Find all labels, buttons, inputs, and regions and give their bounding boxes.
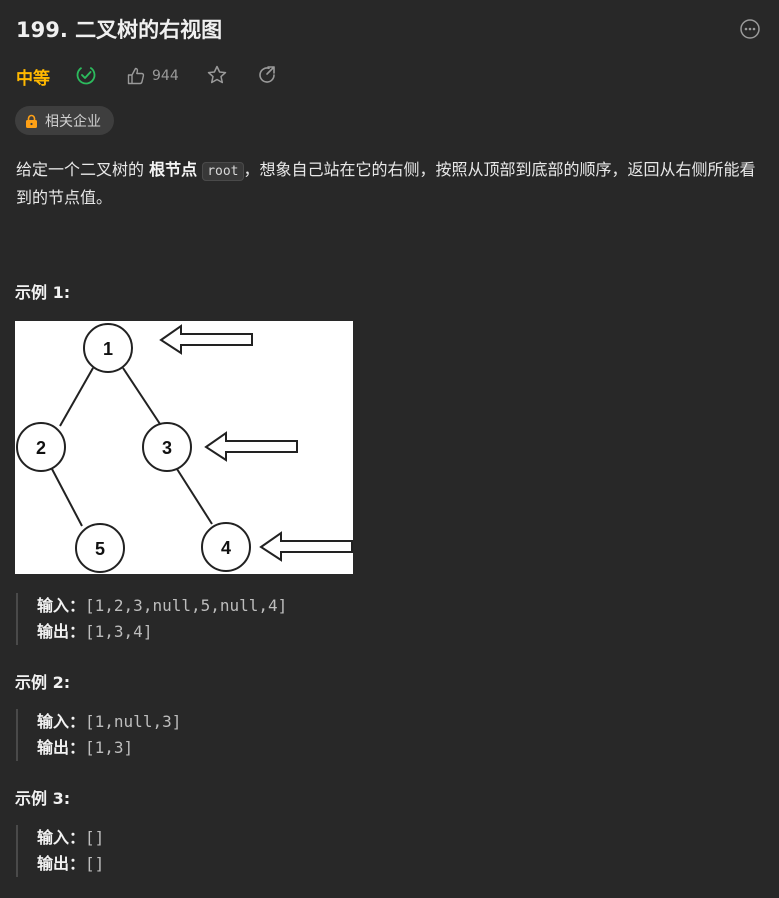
output-value: [1,3,4] [85,622,153,641]
input-label: 输入： [37,596,86,615]
input-label: 输入： [37,828,86,847]
example-1-title: 示例 1: [15,283,71,302]
problem-meta-row: 中等 944 [16,62,416,90]
example-2-input-line: 输入：[1,null,3] [37,709,181,735]
tree-node: 1 [83,323,133,373]
example-3-block: 输入：[] 输出：[] [16,825,104,877]
thumbs-up-icon [127,67,145,85]
output-value: [1,3] [85,738,134,757]
input-value: [1,2,3,null,5,null,4] [85,596,288,615]
like-count: 944 [152,68,179,84]
inline-code-root: root [202,162,244,181]
example-1-input-line: 输入：[1,2,3,null,5,null,4] [37,593,287,619]
example-1-block: 输入：[1,2,3,null,5,null,4] 输出：[1,3,4] [16,593,287,645]
example-3-title: 示例 3: [15,789,71,808]
tree-node: 4 [201,522,251,572]
more-options-button[interactable] [738,17,762,41]
arrow-left-icon [204,431,298,462]
arrow-left-icon [259,531,353,562]
tree-node: 5 [75,523,125,573]
tree-node: 2 [16,422,66,472]
example-2-block: 输入：[1,null,3] 输出：[1,3] [16,709,181,761]
difficulty-label: 中等 [16,69,50,89]
tree-node-label: 5 [95,539,105,559]
share-icon[interactable] [256,64,278,86]
star-icon[interactable] [206,64,228,86]
example-1-tree-image: 1 2 3 5 4 [15,321,353,574]
related-companies-label: 相关企业 [45,113,101,130]
related-companies-tag[interactable]: 相关企业 [15,106,114,135]
description-bold: 根节点 [149,160,198,179]
solved-check-icon [76,65,96,85]
tree-node-label: 2 [36,438,46,458]
input-value: [1,null,3] [85,712,182,731]
output-label: 输出： [37,738,86,757]
tree-node-label: 4 [221,538,231,558]
example-3-output-line: 输出：[] [37,851,104,877]
like-button[interactable]: 944 [126,64,179,88]
more-icon [740,19,760,39]
lock-icon [26,114,37,128]
arrow-left-icon [159,324,253,355]
example-3-input-line: 输入：[] [37,825,104,851]
example-2-title: 示例 2: [15,673,71,692]
example-2-output-line: 输出：[1,3] [37,735,181,761]
tree-node: 3 [142,422,192,472]
problem-description: 给定一个二叉树的 根节点 root ，想象自己站在它的右侧，按照从顶部到底部的顺序… [16,157,766,211]
output-label: 输出： [37,854,86,873]
output-label: 输出： [37,622,86,641]
input-value: [] [85,828,105,847]
input-label: 输入： [37,712,86,731]
tree-node-label: 1 [103,339,113,359]
problem-title: 199. 二叉树的右视图 [16,18,223,42]
description-text-1: 给定一个二叉树的 [16,160,150,179]
output-value: [] [85,854,105,873]
example-1-output-line: 输出：[1,3,4] [37,619,287,645]
tree-node-label: 3 [162,438,172,458]
